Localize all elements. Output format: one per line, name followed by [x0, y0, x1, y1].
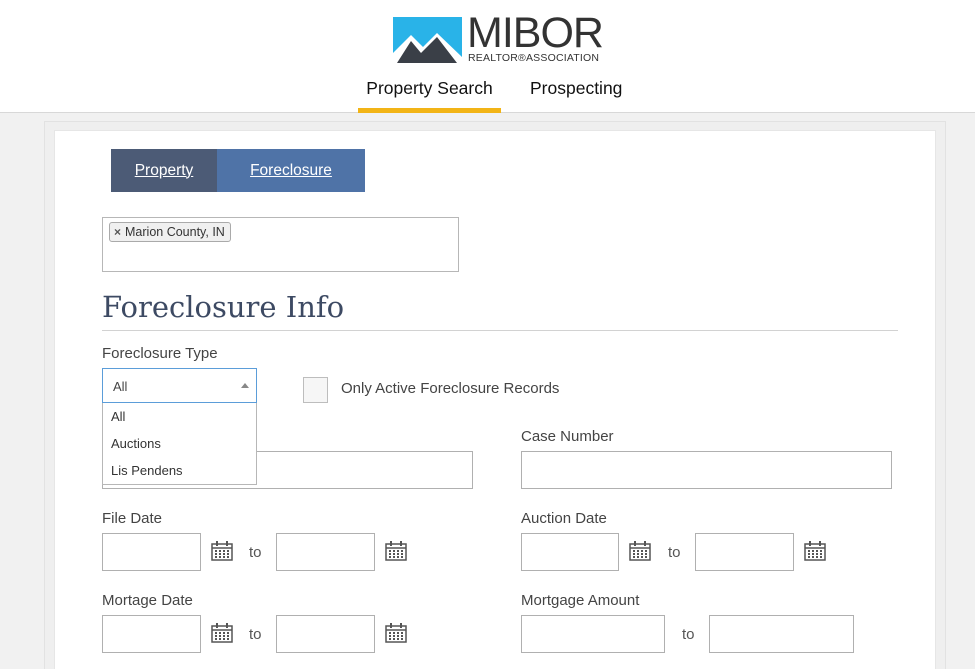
mortgage-amount-label: Mortgage Amount [521, 592, 640, 609]
foreclosure-type-value: All [113, 379, 128, 394]
subtab-property[interactable]: Property [111, 149, 217, 192]
case-number-input[interactable] [521, 451, 892, 489]
auction-date-to-input[interactable] [695, 533, 794, 571]
active-tab-indicator [358, 108, 501, 113]
mortgage-date-to-separator: to [249, 626, 262, 643]
calendar-icon[interactable] [385, 623, 407, 643]
site-header: MIBOR REALTOR®ASSOCIATION Property Searc… [0, 0, 975, 113]
calendar-icon[interactable] [629, 541, 651, 561]
dropdown-option-all[interactable]: All [103, 403, 256, 430]
file-date-to-separator: to [249, 544, 262, 561]
calendar-icon[interactable] [211, 623, 233, 643]
auction-date-to-separator: to [668, 544, 681, 561]
calendar-icon[interactable] [211, 541, 233, 561]
calendar-icon[interactable] [385, 541, 407, 561]
calendar-icon[interactable] [804, 541, 826, 561]
mountain-logo-icon [393, 17, 462, 63]
section-divider [102, 330, 898, 331]
mibor-logo[interactable]: MIBOR REALTOR®ASSOCIATION [393, 10, 604, 66]
mortgage-amount-to-input[interactable] [709, 615, 854, 653]
mortgage-amount-to-separator: to [682, 626, 695, 643]
tab-property-search[interactable]: Property Search [358, 78, 501, 99]
mortgage-date-label: Mortage Date [102, 592, 193, 609]
foreclosure-type-dropdown: All Auctions Lis Pendens [102, 403, 257, 485]
chevron-up-icon [241, 383, 249, 388]
mortgage-date-from-input[interactable] [102, 615, 201, 653]
foreclosure-type-select[interactable]: All [102, 368, 257, 403]
location-tag-label: Marion County, IN [125, 225, 225, 239]
brand-name: MIBOR [467, 9, 604, 57]
foreclosure-type-label: Foreclosure Type [102, 345, 218, 362]
section-title: Foreclosure Info [102, 290, 345, 324]
dropdown-option-lis-pendens[interactable]: Lis Pendens [103, 457, 256, 484]
file-date-from-input[interactable] [102, 533, 201, 571]
location-input[interactable]: × Marion County, IN [102, 217, 459, 272]
active-only-label[interactable]: Only Active Foreclosure Records [341, 380, 559, 397]
brand-subtitle: REALTOR®ASSOCIATION [468, 52, 600, 64]
mortgage-amount-from-input[interactable] [521, 615, 665, 653]
file-date-label: File Date [102, 510, 163, 527]
remove-tag-icon[interactable]: × [114, 225, 121, 239]
subtab-foreclosure[interactable]: Foreclosure [217, 149, 365, 192]
auction-date-from-input[interactable] [521, 533, 619, 571]
auction-date-label: Auction Date [521, 510, 607, 527]
file-date-to-input[interactable] [276, 533, 375, 571]
case-number-label: Case Number [521, 428, 614, 445]
mortgage-date-to-input[interactable] [276, 615, 375, 653]
dropdown-option-auctions[interactable]: Auctions [103, 430, 256, 457]
location-tag: × Marion County, IN [109, 222, 231, 242]
tab-prospecting[interactable]: Prospecting [530, 78, 622, 99]
active-only-checkbox[interactable] [303, 377, 328, 403]
